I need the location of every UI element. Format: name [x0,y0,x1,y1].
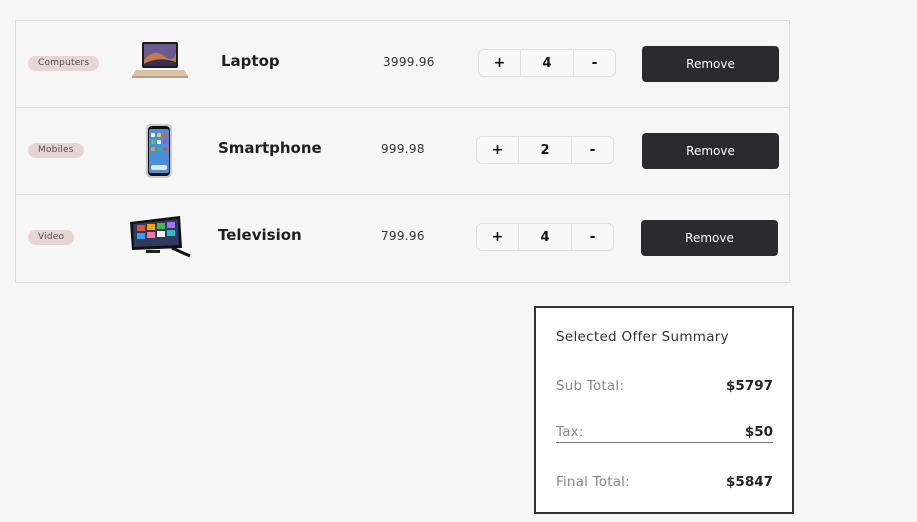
final-total-line: Final Total: $5847 [556,474,773,490]
product-name: Television [218,226,302,244]
quantity-stepper: + 4 - [476,223,614,251]
product-price: 999.98 [381,142,425,156]
final-total-label: Final Total: [556,474,630,490]
summary-title: Selected Offer Summary [556,329,729,345]
remove-button[interactable]: Remove [642,133,779,169]
cart-row: Mobiles Smartphone 999.98 + 2 - Remove [16,108,789,195]
cart-table: Computers Laptop 3999.96 + 4 - Remove Mo… [15,20,790,283]
tax-label: Tax: [556,424,584,440]
smartphone-image [128,121,192,181]
laptop-image [128,34,192,94]
quantity-value: 2 [518,137,572,163]
subtotal-value: $5797 [726,378,773,394]
quantity-value: 4 [520,50,574,76]
cart-row: Computers Laptop 3999.96 + 4 - Remove [16,21,789,108]
product-price: 799.96 [381,229,425,243]
tax-line: Tax: $50 [556,424,773,443]
quantity-stepper: + 2 - [476,136,614,164]
subtotal-line: Sub Total: $5797 [556,378,773,394]
remove-button[interactable]: Remove [642,46,779,82]
decrement-button[interactable]: - [572,224,613,250]
subtotal-label: Sub Total: [556,378,624,394]
television-image [128,208,192,268]
tax-value: $50 [745,424,773,440]
product-name: Smartphone [218,139,322,157]
quantity-value: 4 [518,224,572,250]
product-name: Laptop [221,52,280,70]
cart-row: Video Television 799.96 + 4 - Remove [16,195,789,282]
quantity-stepper: + 4 - [478,49,616,77]
decrement-button[interactable]: - [572,137,613,163]
decrement-button[interactable]: - [574,50,615,76]
increment-button[interactable]: + [477,137,518,163]
increment-button[interactable]: + [477,224,518,250]
final-total-value: $5847 [726,474,773,490]
product-price: 3999.96 [383,55,435,69]
remove-button[interactable]: Remove [641,220,778,256]
category-badge[interactable]: Computers [28,56,99,71]
offer-summary-panel: Selected Offer Summary Sub Total: $5797 … [534,306,794,514]
category-badge[interactable]: Mobiles [28,143,84,158]
increment-button[interactable]: + [479,50,520,76]
category-badge[interactable]: Video [28,230,74,245]
